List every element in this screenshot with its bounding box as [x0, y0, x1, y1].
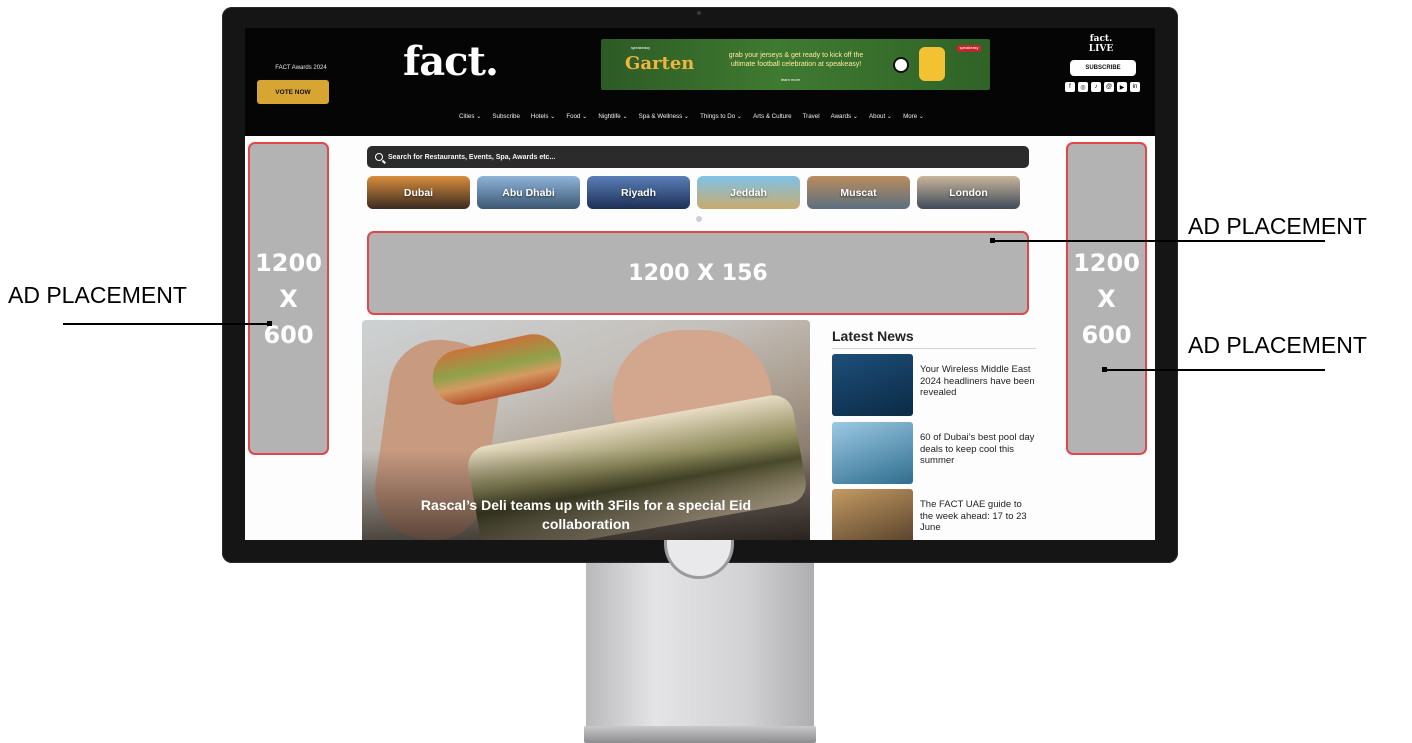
news-item[interactable]: The FACT UAE guide to the week ahead: 17…: [832, 489, 1042, 540]
ad-size-height: 600: [1081, 320, 1132, 349]
news-headline[interactable]: The FACT UAE guide to the week ahead: 17…: [920, 499, 1036, 534]
news-thumbnail[interactable]: [832, 354, 913, 416]
ad-size-width: 1200: [255, 248, 322, 277]
monitor-stand: [586, 563, 814, 728]
nav-item-nightlife[interactable]: Nightlife ⌄: [598, 113, 627, 120]
nav-item-awards[interactable]: Awards ⌄: [831, 113, 858, 120]
right-skyscraper-ad[interactable]: 1200 X 600: [1066, 142, 1147, 455]
leaderboard-ad[interactable]: 1200 X 156: [367, 231, 1029, 315]
news-item[interactable]: 60 of Dubai’s best pool day deals to kee…: [832, 422, 1042, 484]
annotation-left-label: AD PLACEMENT: [8, 282, 187, 308]
news-headline[interactable]: 60 of Dubai’s best pool day deals to kee…: [920, 432, 1036, 467]
city-card-jeddah[interactable]: Jeddah: [697, 176, 800, 209]
social-links: f ◎ ♪ @ ▶ in: [1065, 82, 1140, 92]
city-card-abu-dhabi[interactable]: Abu Dhabi: [477, 176, 580, 209]
linkedin-icon[interactable]: in: [1130, 82, 1140, 92]
city-carousel: Dubai Abu Dhabi Riyadh Jeddah Muscat Lon…: [367, 176, 1020, 209]
city-card-london[interactable]: London: [917, 176, 1020, 209]
feature-title[interactable]: Rascal’s Deli teams up with 3Fils for a …: [382, 496, 790, 534]
nav-item-things-to-do[interactable]: Things to Do ⌄: [700, 113, 742, 120]
nav-item-hotels[interactable]: Hotels ⌄: [531, 113, 555, 120]
city-label: Jeddah: [730, 186, 767, 199]
banner-tag: speakeasy: [957, 45, 981, 52]
tiktok-icon[interactable]: ♪: [1091, 82, 1101, 92]
subscribe-button[interactable]: SUBSCRIBE: [1070, 60, 1136, 76]
banner-learn-more[interactable]: learn more: [781, 77, 800, 82]
annotation-right-top-label: AD PLACEMENT: [1188, 213, 1367, 239]
nav-item-spa-wellness[interactable]: Spa & Wellness ⌄: [639, 113, 689, 120]
vote-now-button[interactable]: VOTE NOW: [257, 80, 329, 104]
instagram-icon[interactable]: ◎: [1078, 82, 1088, 92]
annotation-right-bottom-line: [1104, 369, 1325, 371]
nav-item-food[interactable]: Food ⌄: [566, 113, 587, 120]
ad-size-x: X: [1097, 284, 1116, 313]
ad-size-height: 600: [263, 320, 314, 349]
youtube-icon[interactable]: ▶: [1117, 82, 1127, 92]
city-card-riyadh[interactable]: Riyadh: [587, 176, 690, 209]
divider: [832, 348, 1036, 349]
city-card-dubai[interactable]: Dubai: [367, 176, 470, 209]
latest-news-heading: Latest News: [832, 328, 914, 344]
nav-item-more[interactable]: More ⌄: [903, 113, 924, 120]
nav-item-about[interactable]: About ⌄: [869, 113, 892, 120]
site-logo[interactable]: fact.: [403, 38, 499, 85]
monitor-stand-base: [584, 726, 816, 743]
banner-text: grab your jerseys & get ready to kick of…: [728, 52, 864, 68]
feature-story[interactable]: Rascal’s Deli teams up with 3Fils for a …: [362, 320, 810, 540]
mascot-icon: [919, 47, 945, 81]
city-card-muscat[interactable]: Muscat: [807, 176, 910, 209]
annotation-right-bottom-marker: [1102, 367, 1107, 372]
threads-icon[interactable]: @: [1104, 82, 1114, 92]
ad-size-x: X: [279, 284, 298, 313]
annotation-left-line: [63, 323, 270, 325]
nav-item-cities[interactable]: Cities ⌄: [459, 113, 481, 120]
city-label: Abu Dhabi: [502, 186, 555, 199]
city-label: Muscat: [840, 186, 877, 199]
city-label: Dubai: [403, 186, 434, 199]
facebook-icon[interactable]: f: [1065, 82, 1075, 92]
annotation-left-marker: [267, 321, 272, 326]
annotation-right-bottom-label: AD PLACEMENT: [1188, 332, 1367, 358]
nav-item-arts-culture[interactable]: Arts & Culture: [753, 113, 792, 120]
search-input[interactable]: Search for Restaurants, Events, Spa, Awa…: [388, 154, 555, 161]
news-headline[interactable]: Your Wireless Middle East 2024 headliner…: [920, 364, 1036, 399]
banner-brand-sub: speakeasy: [631, 45, 651, 50]
ad-size-width: 1200: [1073, 248, 1140, 277]
fact-live-logo[interactable]: fact. LIVE: [1083, 34, 1119, 54]
city-label: London: [949, 186, 988, 199]
site-header: FACT Awards 2024 VOTE NOW fact. speakeas…: [245, 28, 1155, 136]
mockup-stage: FACT Awards 2024 VOTE NOW fact. speakeas…: [0, 0, 1412, 743]
annotation-right-top-line: [992, 240, 1325, 242]
nav-item-subscribe[interactable]: Subscribe: [492, 113, 520, 120]
banner-brand: Garten: [625, 53, 695, 74]
carousel-dot[interactable]: [696, 216, 702, 222]
news-thumbnail[interactable]: [832, 489, 913, 540]
left-skyscraper-ad[interactable]: 1200 X 600: [248, 142, 329, 455]
football-icon: [893, 57, 909, 73]
main-nav: Cities ⌄ Subscribe Hotels ⌄ Food ⌄ Night…: [459, 113, 935, 120]
news-item[interactable]: Your Wireless Middle East 2024 headliner…: [832, 354, 1042, 416]
search-bar[interactable]: Search for Restaurants, Events, Spa, Awa…: [367, 146, 1029, 168]
awards-label: FACT Awards 2024: [275, 65, 327, 71]
nav-item-travel[interactable]: Travel: [803, 113, 820, 120]
camera-icon: [697, 11, 701, 15]
annotation-right-top-marker: [990, 238, 995, 243]
news-thumbnail[interactable]: [832, 422, 913, 484]
header-banner-ad[interactable]: speakeasy Garten grab your jerseys & get…: [601, 39, 990, 90]
search-icon: [375, 153, 383, 161]
website-screen: FACT Awards 2024 VOTE NOW fact. speakeas…: [245, 28, 1155, 540]
city-label: Riyadh: [620, 186, 656, 199]
